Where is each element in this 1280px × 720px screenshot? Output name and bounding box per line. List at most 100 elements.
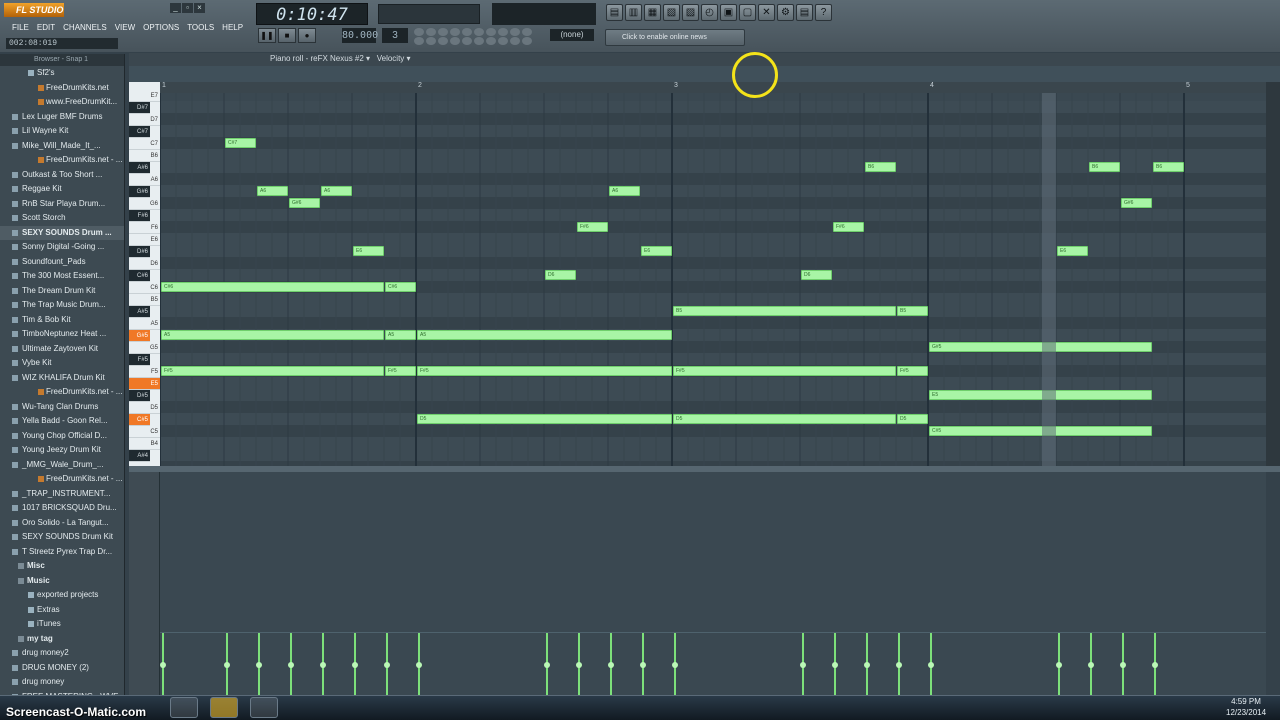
record-option-toggle[interactable] [438, 28, 448, 36]
browser-item[interactable]: Sf2's [0, 66, 124, 81]
record-option-toggle[interactable] [414, 37, 424, 45]
note[interactable]: D5 [417, 414, 672, 424]
note[interactable]: A5 [161, 330, 384, 340]
piano-key[interactable]: C#6 [129, 270, 150, 282]
piano-key[interactable]: D#5 [129, 390, 150, 402]
tempo-display[interactable]: 80.000 [342, 28, 378, 43]
browser-item[interactable]: Young Chop Official D... [0, 429, 124, 444]
note[interactable]: G#6 [289, 198, 320, 208]
piano-roll-icon[interactable]: ▥ [625, 4, 642, 21]
note[interactable]: F#5 [385, 366, 416, 376]
menu-options[interactable]: OPTIONS [139, 20, 183, 35]
velocity-handle[interactable] [1088, 662, 1094, 668]
velocity-handle[interactable] [576, 662, 582, 668]
piano-key[interactable]: D7 [129, 114, 160, 126]
browser-item[interactable]: Oro Solido - La Tangut... [0, 516, 124, 531]
wav-icon[interactable]: ▤ [796, 4, 813, 21]
note[interactable]: G#5 [929, 342, 1152, 352]
restore-icon[interactable]: ▫ [182, 3, 193, 13]
minimize-icon[interactable]: _ [170, 3, 181, 13]
browser-item[interactable]: drug money2 [0, 646, 124, 661]
note[interactable]: C#6 [161, 282, 384, 292]
velocity-handle[interactable] [864, 662, 870, 668]
browser-item[interactable]: SEXY SOUNDS Drum Kit [0, 530, 124, 545]
browser-item[interactable]: Sonny Digital -Going ... [0, 240, 124, 255]
browser-item[interactable]: _MMG_Wale_Drum_... [0, 458, 124, 473]
browser-item[interactable]: T Streetz Pyrex Trap Dr... [0, 545, 124, 560]
record-option-toggle[interactable] [498, 37, 508, 45]
save-icon[interactable]: ▢ [739, 4, 756, 21]
velocity-handle[interactable] [320, 662, 326, 668]
piano-key[interactable]: C7 [129, 138, 160, 150]
piano-key[interactable]: F#5 [129, 354, 150, 366]
browser-item[interactable]: Wu-Tang Clan Drums [0, 400, 124, 415]
mixer-icon[interactable]: ▧ [663, 4, 680, 21]
menu-view[interactable]: VIEW [111, 20, 139, 35]
record-option-toggle[interactable] [450, 28, 460, 36]
record-option-toggle[interactable] [510, 28, 520, 36]
velocity-handle[interactable] [288, 662, 294, 668]
menu-help[interactable]: HELP [218, 20, 247, 35]
record-option-toggle[interactable] [486, 37, 496, 45]
note[interactable]: F#5 [417, 366, 672, 376]
browser-item[interactable]: WIZ KHALIFA Drum Kit [0, 371, 124, 386]
piano-key[interactable]: A5 [129, 318, 160, 330]
channel-rack-icon[interactable]: ▦ [644, 4, 661, 21]
piano-key[interactable]: E5 [129, 378, 160, 390]
menu-tools[interactable]: TOOLS [183, 20, 218, 35]
online-news-hint[interactable]: Click to enable online news [605, 29, 745, 46]
piano-roll-scrollbar[interactable] [129, 66, 1280, 82]
piano-key[interactable]: C#5 [129, 414, 150, 426]
browser-item[interactable]: Lil Wayne Kit [0, 124, 124, 139]
note[interactable]: D6 [545, 270, 576, 280]
velocity-handle[interactable] [1120, 662, 1126, 668]
note[interactable]: D5 [673, 414, 896, 424]
fl-studio-taskbar-icon[interactable] [210, 697, 238, 718]
piano-key[interactable]: E6 [129, 234, 160, 246]
browser-item[interactable]: Vybe Kit [0, 356, 124, 371]
browser-item[interactable]: RnB Star Playa Drum... [0, 197, 124, 212]
note[interactable]: G#6 [1121, 198, 1152, 208]
piano-key[interactable]: A6 [129, 174, 160, 186]
note[interactable]: A5 [385, 330, 416, 340]
browser-item[interactable]: DRUG MONEY (2) [0, 661, 124, 676]
browser-item[interactable]: FreeDrumKits.net - ... [0, 385, 124, 400]
velocity-handle[interactable] [1152, 662, 1158, 668]
taskbar-app-icon[interactable] [250, 697, 278, 718]
piano-key[interactable]: G5 [129, 342, 160, 354]
note[interactable]: F#6 [833, 222, 864, 232]
piano-roll-name[interactable]: Piano roll - reFX Nexus #2 [270, 54, 364, 63]
velocity-handle[interactable] [928, 662, 934, 668]
browser-item[interactable]: FreeDrumKits.net - ... [0, 153, 124, 168]
note[interactable]: D5 [897, 414, 928, 424]
browser-item[interactable]: Tim & Bob Kit [0, 313, 124, 328]
pattern-number[interactable]: 3 [382, 28, 408, 43]
record-option-toggle[interactable] [522, 28, 532, 36]
plugin-picker-icon[interactable]: ◴ [701, 4, 718, 21]
velocity-handle[interactable] [640, 662, 646, 668]
browser-item[interactable]: TimboNeptunez Heat ... [0, 327, 124, 342]
velocity-handle[interactable] [224, 662, 230, 668]
note[interactable]: F#5 [673, 366, 896, 376]
note[interactable]: A6 [609, 186, 640, 196]
piano-key[interactable]: D#7 [129, 102, 150, 114]
note[interactable]: F#6 [577, 222, 608, 232]
piano-key[interactable]: D5 [129, 402, 160, 414]
browser-icon[interactable]: ▨ [682, 4, 699, 21]
record-option-toggle[interactable] [426, 28, 436, 36]
piano-key[interactable]: F#6 [129, 210, 150, 222]
velocity-handle[interactable] [256, 662, 262, 668]
note[interactable]: B5 [897, 306, 928, 316]
project-icon[interactable]: ▣ [720, 4, 737, 21]
note[interactable]: E6 [353, 246, 384, 256]
browser-item[interactable]: FreeDrumKits.net - ... [0, 472, 124, 487]
note[interactable]: C#5 [929, 426, 1152, 436]
record-option-toggle[interactable] [450, 37, 460, 45]
close-icon[interactable]: × [194, 3, 205, 13]
browser-item[interactable]: www.FreeDrumKit... [0, 95, 124, 110]
piano-key[interactable]: G#5 [129, 330, 150, 342]
system-clock[interactable]: 4:59 PM 12/23/2014 [1226, 696, 1266, 718]
playlist-icon[interactable]: ▤ [606, 4, 623, 21]
browser-item[interactable]: Ultimate Zaytoven Kit [0, 342, 124, 357]
note[interactable]: B5 [673, 306, 896, 316]
